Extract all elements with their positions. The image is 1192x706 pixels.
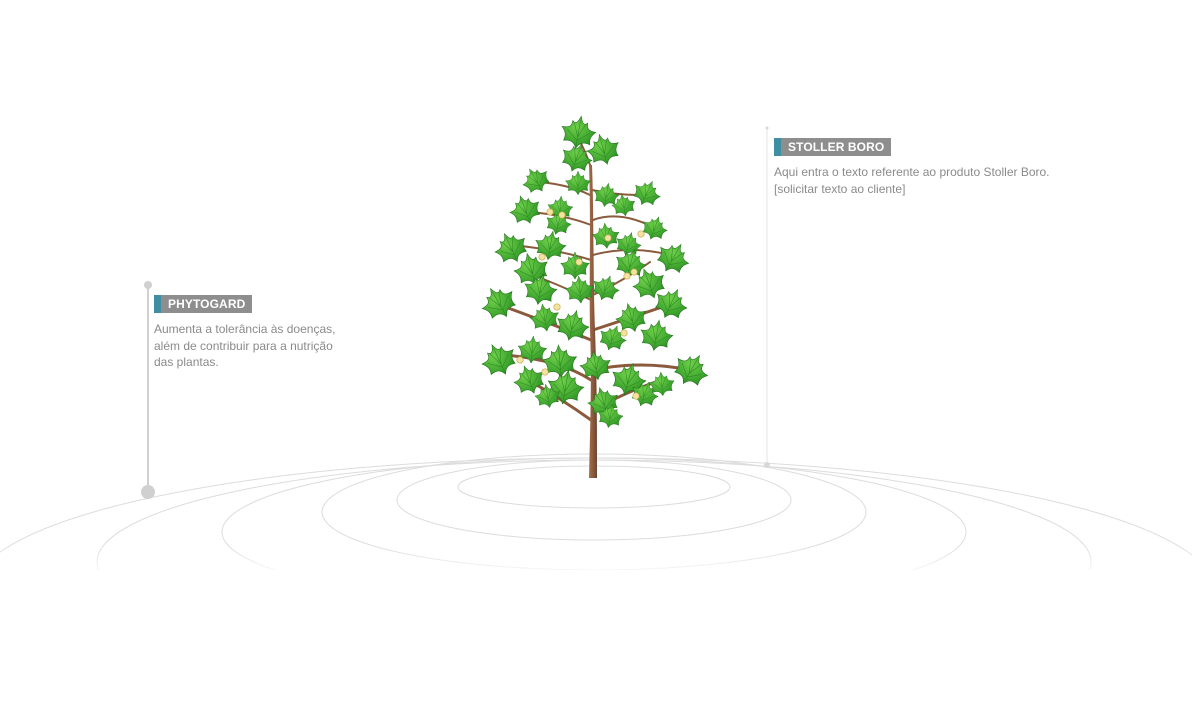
stoller-connector — [764, 126, 770, 468]
plant-flower-bud — [632, 392, 640, 400]
callout-description-line: das plantas. — [154, 355, 219, 369]
plant-flower-bud — [516, 356, 524, 364]
ground-mask — [0, 570, 1192, 706]
phytogard-pin-top — [144, 281, 152, 289]
plant-leaf — [564, 170, 592, 196]
callout-description-line: [solicitar texto ao cliente] — [774, 181, 906, 196]
plant-flower-bud — [623, 272, 631, 280]
plant-flower-bud — [538, 253, 546, 261]
callout-description-line: Aumenta a tolerância às doenças, — [154, 322, 336, 336]
callout-label: PHYTOGARD — [154, 295, 253, 313]
plant-flower-bud — [541, 368, 549, 376]
plant-leaf — [642, 216, 668, 240]
callout-description: Aumenta a tolerância às doenças, além de… — [154, 321, 335, 371]
callout-phytogard[interactable]: PHYTOGARD Aumenta a tolerância às doença… — [154, 295, 335, 371]
plant-flower-bud — [553, 303, 561, 311]
plant-leaf — [560, 251, 590, 280]
callout-stoller-boro[interactable]: STOLLER BORO Aqui entra o texto referent… — [774, 138, 1050, 197]
plant-flower-bud — [575, 258, 583, 266]
stoller-pin-top — [765, 126, 769, 130]
phytogard-pin-dot[interactable] — [141, 485, 155, 499]
plant-leaf — [522, 168, 550, 193]
plant-leaf — [561, 115, 597, 149]
plant-leaf — [509, 195, 540, 224]
callout-description-line: Aqui entra o texto referente ao produto … — [774, 165, 1050, 179]
cotton-plant-illustration — [481, 115, 709, 478]
plant-leaf — [633, 180, 661, 206]
stoller-pin-dot[interactable] — [764, 462, 770, 468]
plant-leaf — [535, 230, 567, 261]
plant-flower-bud — [637, 230, 645, 238]
plant-leaf — [656, 243, 690, 274]
plant-leaf — [481, 343, 516, 376]
callout-label: STOLLER BORO — [774, 138, 892, 156]
callout-description-line: além de contribuir para a nutrição — [154, 338, 333, 353]
plant-leaf — [481, 287, 516, 319]
plant-flower-bud — [620, 329, 628, 337]
callout-description: Aqui entra o texto referente ao produto … — [774, 164, 1050, 197]
plant-trunk — [589, 165, 597, 478]
plant-leaf — [674, 354, 709, 386]
plant-flower-bud — [604, 234, 612, 242]
plant-flower-bud — [630, 268, 638, 276]
plant-flower-bud — [558, 211, 566, 219]
plant-flower-bud — [546, 208, 554, 216]
